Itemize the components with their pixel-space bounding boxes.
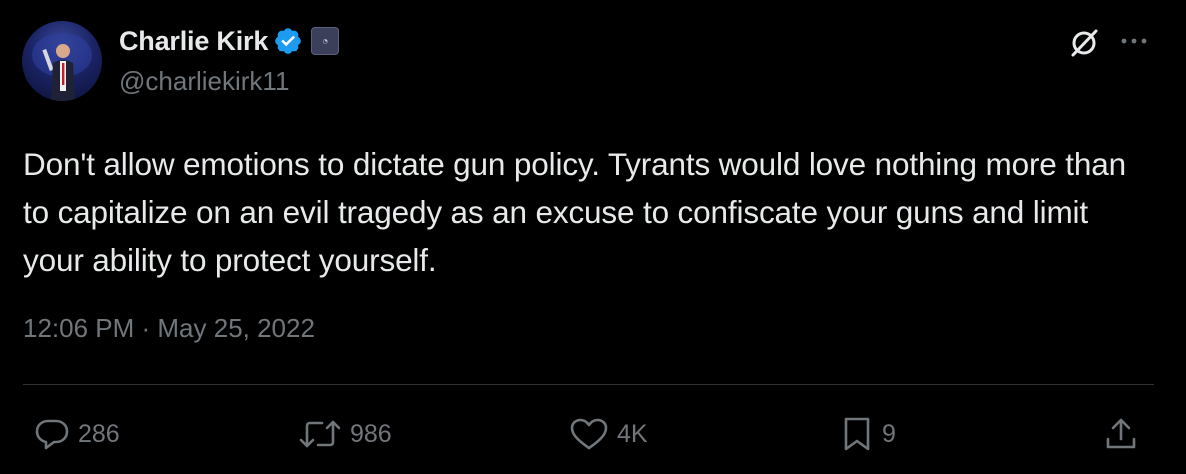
bookmark-button[interactable]: 9 xyxy=(842,414,896,454)
divider xyxy=(23,384,1154,385)
retweet-icon xyxy=(299,420,341,448)
bookmark-count: 9 xyxy=(882,419,896,448)
tweet-timestamp[interactable]: 12:06 PM · May 25, 2022 xyxy=(23,313,315,344)
tweet-text: Don't allow emotions to dictate gun poli… xyxy=(23,146,1126,278)
author-name[interactable]: Charlie Kirk xyxy=(119,26,268,57)
verified-badge-icon xyxy=(275,28,301,54)
more-icon[interactable] xyxy=(1118,30,1152,52)
retweet-button[interactable]: 986 xyxy=(298,414,392,454)
like-count: 4K xyxy=(617,419,648,448)
bookmark-icon xyxy=(844,417,870,451)
reply-icon xyxy=(35,419,69,450)
heart-icon xyxy=(570,418,608,450)
affiliation-badge[interactable]: ◔ xyxy=(311,27,340,55)
share-button[interactable] xyxy=(1103,414,1139,454)
share-icon xyxy=(1106,418,1136,449)
like-button[interactable]: 4K xyxy=(569,414,648,454)
affiliation-badge-logo-icon: ◔ xyxy=(322,37,328,45)
grok-icon[interactable] xyxy=(1067,26,1101,60)
reply-button[interactable]: 286 xyxy=(34,414,120,454)
reply-count: 286 xyxy=(78,419,120,448)
retweet-count: 986 xyxy=(350,419,392,448)
author-row: Charlie Kirk ◔ xyxy=(119,24,340,58)
author-handle[interactable]: @charliekirk11 xyxy=(119,66,289,97)
avatar[interactable] xyxy=(22,21,102,101)
